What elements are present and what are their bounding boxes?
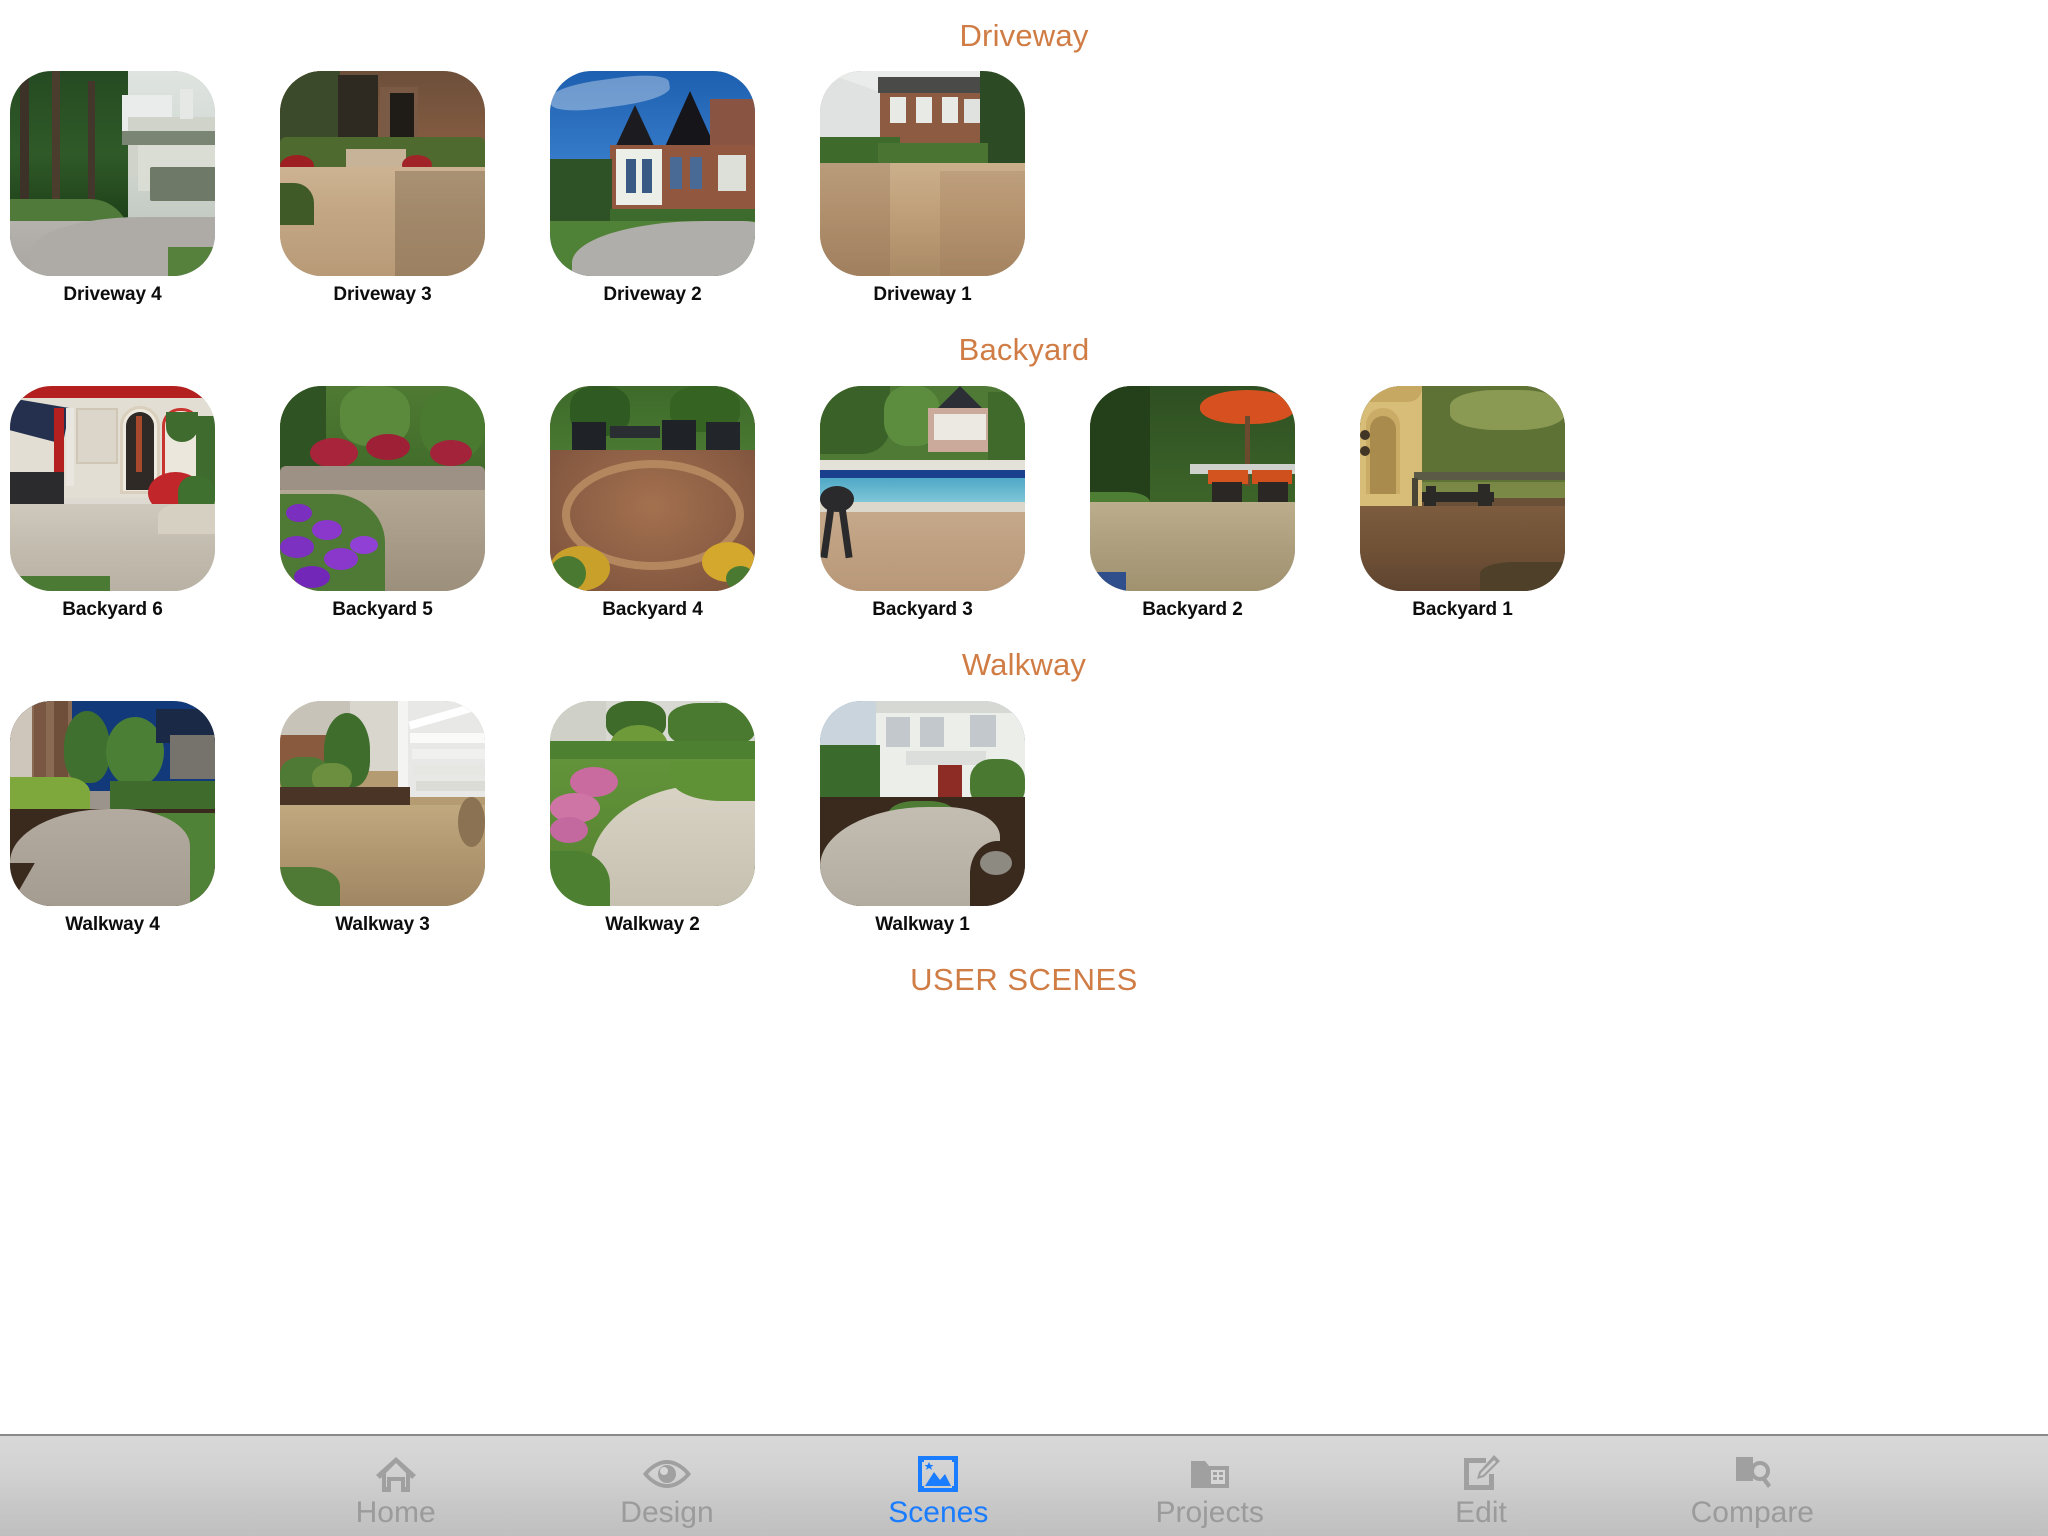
bottom-tab-bar: Home Design Scenes Projects Edit Compare xyxy=(0,1434,2048,1536)
scene-caption: Walkway 2 xyxy=(605,914,700,935)
scene-card-backyard-4[interactable]: Backyard 4 xyxy=(550,386,755,619)
scene-card-backyard-3[interactable]: Backyard 3 xyxy=(820,386,1025,619)
scene-card-walkway-4[interactable]: Walkway 4 xyxy=(10,701,215,934)
tab-design[interactable]: Design xyxy=(531,1436,802,1536)
tab-label: Edit xyxy=(1455,1496,1507,1529)
scene-card-backyard-6[interactable]: Backyard 6 xyxy=(10,386,215,619)
scene-thumbnail[interactable] xyxy=(550,701,755,906)
tab-scenes[interactable]: Scenes xyxy=(803,1436,1074,1536)
scene-thumbnail[interactable] xyxy=(550,386,755,591)
tab-label: Home xyxy=(355,1496,436,1529)
tab-projects[interactable]: Projects xyxy=(1074,1436,1345,1536)
scene-card-driveway-2[interactable]: Driveway 2 xyxy=(550,71,755,304)
scene-card-walkway-3[interactable]: Walkway 3 xyxy=(280,701,485,934)
scene-thumbnail[interactable] xyxy=(820,701,1025,906)
scene-row-backyard: Backyard 6 Backyard 5 Backyard 4 Backyar… xyxy=(0,386,2048,619)
scene-row-driveway: Driveway 4 Driveway 3 Driveway 2 Drivewa… xyxy=(0,71,2048,304)
scene-card-driveway-1[interactable]: Driveway 1 xyxy=(820,71,1025,304)
scenes-scroll-area[interactable]: Driveway Driveway 4 Driveway 3 Driveway … xyxy=(0,0,2048,1434)
scene-thumbnail[interactable] xyxy=(820,71,1025,276)
section-header-user-scenes: USER SCENES xyxy=(910,962,1138,997)
scene-card-backyard-5[interactable]: Backyard 5 xyxy=(280,386,485,619)
scene-card-backyard-1[interactable]: Backyard 1 xyxy=(1360,386,1565,619)
scene-thumbnail[interactable] xyxy=(280,701,485,906)
tab-label: Scenes xyxy=(888,1496,989,1529)
scene-caption: Driveway 1 xyxy=(873,284,972,305)
scene-thumbnail[interactable] xyxy=(1090,386,1295,591)
tab-label: Compare xyxy=(1690,1496,1814,1529)
scene-thumbnail[interactable] xyxy=(10,701,215,906)
tab-compare[interactable]: Compare xyxy=(1617,1436,1888,1536)
scene-thumbnail[interactable] xyxy=(550,71,755,276)
scene-caption: Walkway 3 xyxy=(335,914,430,935)
house-icon xyxy=(374,1452,418,1496)
scene-caption: Backyard 4 xyxy=(602,599,703,620)
tab-label: Design xyxy=(620,1496,714,1529)
scene-caption: Backyard 5 xyxy=(332,599,433,620)
scene-caption: Walkway 4 xyxy=(65,914,160,935)
scene-caption: Driveway 2 xyxy=(603,284,702,305)
section-header-driveway: Driveway xyxy=(959,18,1089,53)
section-header-walkway: Walkway xyxy=(961,647,1087,682)
section-header-backyard: Backyard xyxy=(958,332,1090,367)
scene-thumbnail[interactable] xyxy=(280,386,485,591)
scene-thumbnail[interactable] xyxy=(820,386,1025,591)
scene-caption: Walkway 1 xyxy=(875,914,970,935)
tab-home[interactable]: Home xyxy=(260,1436,531,1536)
scene-card-backyard-2[interactable]: Backyard 2 xyxy=(1090,386,1295,619)
pencil-paper-icon xyxy=(1460,1452,1502,1496)
scene-thumbnail[interactable] xyxy=(10,71,215,276)
scenes-screen: Driveway Driveway 4 Driveway 3 Driveway … xyxy=(0,0,2048,1536)
document-search-icon xyxy=(1731,1452,1773,1496)
tab-edit[interactable]: Edit xyxy=(1345,1436,1616,1536)
scene-caption: Backyard 1 xyxy=(1412,599,1513,620)
scene-caption: Backyard 6 xyxy=(62,599,163,620)
scene-card-walkway-2[interactable]: Walkway 2 xyxy=(550,701,755,934)
scene-card-driveway-4[interactable]: Driveway 4 xyxy=(10,71,215,304)
scene-caption: Backyard 3 xyxy=(872,599,973,620)
folder-list-icon xyxy=(1189,1452,1231,1496)
scene-thumbnail[interactable] xyxy=(1360,386,1565,591)
tab-label: Projects xyxy=(1155,1496,1264,1529)
scene-caption: Driveway 3 xyxy=(333,284,432,305)
scene-caption: Driveway 4 xyxy=(63,284,162,305)
scene-caption: Backyard 2 xyxy=(1142,599,1243,620)
photo-icon xyxy=(917,1452,959,1496)
scene-card-driveway-3[interactable]: Driveway 3 xyxy=(280,71,485,304)
scene-card-walkway-1[interactable]: Walkway 1 xyxy=(820,701,1025,934)
scene-thumbnail[interactable] xyxy=(10,386,215,591)
eye-icon xyxy=(641,1452,693,1496)
scene-row-walkway: Walkway 4 Walkway 3 Walkway 2 Walkway 1 xyxy=(0,701,2048,934)
scene-thumbnail[interactable] xyxy=(280,71,485,276)
